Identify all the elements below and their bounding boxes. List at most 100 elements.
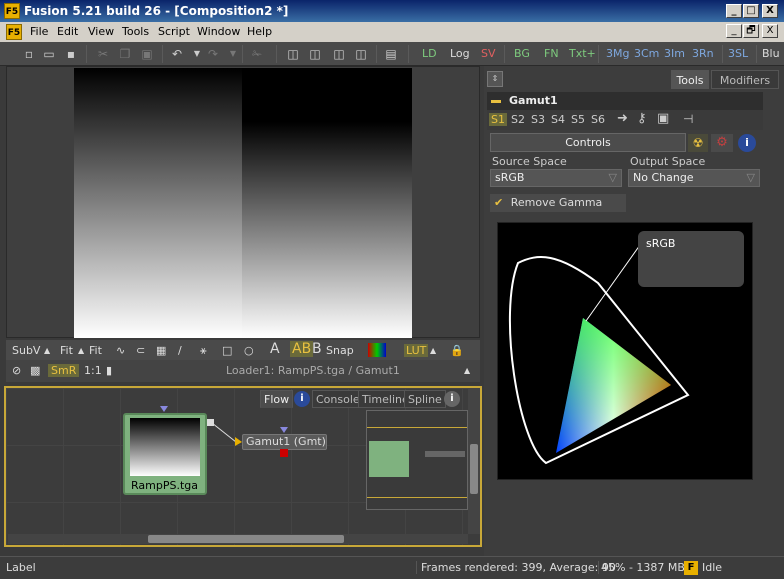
undo-icon[interactable]: ↶ (170, 47, 184, 61)
tab-flow[interactable]: Flow (260, 390, 294, 408)
brush-icon[interactable]: / (178, 344, 182, 357)
layout-2-icon[interactable]: ◫ (308, 47, 322, 61)
redo-icon[interactable]: ↷ (206, 47, 220, 61)
pin-icon[interactable]: ⊣ (683, 112, 693, 126)
tab-modifiers[interactable]: Modifiers (711, 70, 779, 89)
tool-bg-button[interactable]: BG (514, 46, 530, 62)
mask-icon[interactable]: ⊂ (136, 344, 145, 357)
fit-button-2[interactable]: Fit (89, 344, 102, 357)
lut-button[interactable]: LUT (404, 344, 429, 357)
spline-info-icon[interactable]: i (444, 391, 460, 407)
save-settings-icon[interactable]: ▣ (657, 111, 669, 126)
tool-ld-button[interactable]: LD (422, 46, 437, 62)
color-channels-icon[interactable] (368, 343, 386, 357)
key-icon[interactable]: ⚷ (637, 111, 647, 126)
flow-horizontal-scrollbar[interactable] (8, 534, 468, 544)
ratio-button[interactable]: 1:1 (84, 364, 102, 377)
undo-dropdown-icon[interactable]: ▼ (190, 47, 204, 61)
open-folder-icon[interactable]: ▭ (42, 47, 56, 61)
maximize-button[interactable]: □ (743, 4, 759, 18)
tool-txt-button[interactable]: Txt+ (569, 46, 596, 62)
save-icon[interactable]: ▪ (64, 47, 78, 61)
menu-view[interactable]: View (88, 25, 114, 38)
flow-vertical-scrollbar[interactable] (468, 388, 480, 534)
paste-icon[interactable]: ▣ (140, 47, 154, 61)
layout-4-icon[interactable]: ◫ (354, 47, 368, 61)
slot-s2[interactable]: S2 (511, 113, 525, 126)
histogram-icon[interactable]: ▮ (106, 364, 112, 377)
tool-header[interactable]: Gamut1 (487, 92, 763, 110)
controls-tab[interactable]: Controls (490, 133, 686, 152)
close-button[interactable]: X (762, 4, 778, 18)
tool-3cm-button[interactable]: 3Cm (634, 46, 659, 62)
gamut-node[interactable]: Gamut1 (Gmt) (242, 434, 327, 450)
tool-3rn-button[interactable]: 3Rn (692, 46, 714, 62)
menu-script[interactable]: Script (158, 25, 190, 38)
cut-icon[interactable]: ✂ (96, 47, 110, 61)
minimize-button[interactable]: _ (726, 4, 742, 18)
smr-button[interactable]: SmR (48, 364, 80, 377)
layout-3-icon[interactable]: ◫ (332, 47, 346, 61)
slot-s1[interactable]: S1 (489, 113, 507, 126)
mdi-restore-button[interactable]: 🗗 (743, 24, 759, 38)
slot-s4[interactable]: S4 (551, 113, 565, 126)
tool-log-button[interactable]: Log (450, 46, 470, 62)
remove-gamma-checkbox[interactable]: ✔ Remove Gamma (490, 194, 626, 212)
flow-navigator[interactable] (366, 410, 468, 510)
snap-button[interactable]: Snap (326, 344, 354, 357)
menu-tools[interactable]: Tools (122, 25, 149, 38)
lock-icon[interactable]: 🔒 (450, 344, 464, 357)
menu-window[interactable]: Window (197, 25, 240, 38)
viewer-menu-arrow-icon[interactable]: ▲ (464, 366, 470, 375)
pick-icon[interactable]: ⊘ (12, 364, 21, 377)
ellipse-icon[interactable]: ○ (244, 344, 254, 357)
redo-dropdown-icon[interactable]: ▼ (226, 47, 240, 61)
view-b-button[interactable]: B (312, 341, 322, 357)
mdi-close-button[interactable]: X (762, 24, 778, 38)
copy-icon[interactable]: ❐ (118, 47, 132, 61)
rect-icon[interactable]: □ (222, 344, 232, 357)
menu-help[interactable]: Help (247, 25, 272, 38)
gamut-output-port[interactable] (280, 449, 288, 457)
tool-3sl-button[interactable]: 3SL (728, 46, 748, 62)
tool-3im-button[interactable]: 3Im (664, 46, 685, 62)
mdi-minimize-button[interactable]: _ (726, 24, 742, 38)
slot-s5[interactable]: S5 (571, 113, 585, 126)
loader-node[interactable]: RampPS.tga (123, 413, 207, 495)
slot-s6[interactable]: S6 (591, 113, 605, 126)
gear-icon[interactable]: ⚙ (711, 134, 733, 152)
checker-toggle-icon[interactable]: ▩ (30, 364, 40, 377)
gamut-input-arrow-icon[interactable] (280, 427, 288, 433)
panel-toggle-icon[interactable]: ⇕ (487, 71, 503, 87)
tool-sv-button[interactable]: SV (481, 46, 496, 62)
app-menu-icon[interactable]: F5 (6, 24, 22, 40)
view-a-button[interactable]: A (270, 341, 280, 357)
menu-file[interactable]: File (30, 25, 48, 38)
lut-arrow-icon[interactable]: ▲ (430, 346, 436, 355)
arrow-right-icon[interactable]: ➜ (617, 111, 628, 126)
fit-arrow-icon[interactable]: ▲ (78, 346, 84, 355)
new-file-icon[interactable]: ▫ (22, 47, 36, 61)
flow-info-icon[interactable]: i (294, 391, 310, 407)
info-icon[interactable]: i (738, 134, 756, 152)
source-space-dropdown[interactable]: sRGB ▽ (490, 169, 622, 187)
checker-icon[interactable]: ▦ (156, 344, 166, 357)
scissors-icon[interactable]: ✁ (250, 47, 264, 61)
tool-blu-button[interactable]: Blu (762, 46, 780, 62)
tab-console[interactable]: Console (312, 390, 364, 408)
menu-edit[interactable]: Edit (57, 25, 78, 38)
tab-spline[interactable]: Spline (404, 390, 446, 408)
curve-icon[interactable]: ∿ (116, 344, 125, 357)
loader-input-arrow-icon[interactable] (160, 406, 168, 412)
output-space-dropdown[interactable]: No Change ▽ (628, 169, 760, 187)
radioactive-icon[interactable]: ☢ (688, 134, 708, 152)
tool-3mg-button[interactable]: 3Mg (606, 46, 629, 62)
tab-tools[interactable]: Tools (671, 70, 709, 89)
wand-icon[interactable]: ⚹ (200, 344, 207, 358)
fit-button-1[interactable]: Fit (60, 344, 73, 357)
calculator-icon[interactable]: ▤ (384, 47, 398, 61)
collapse-icon[interactable] (491, 100, 501, 103)
subview-arrow-icon[interactable]: ▲ (44, 346, 50, 355)
layout-1-icon[interactable]: ◫ (286, 47, 300, 61)
tool-fn-button[interactable]: FN (544, 46, 559, 62)
